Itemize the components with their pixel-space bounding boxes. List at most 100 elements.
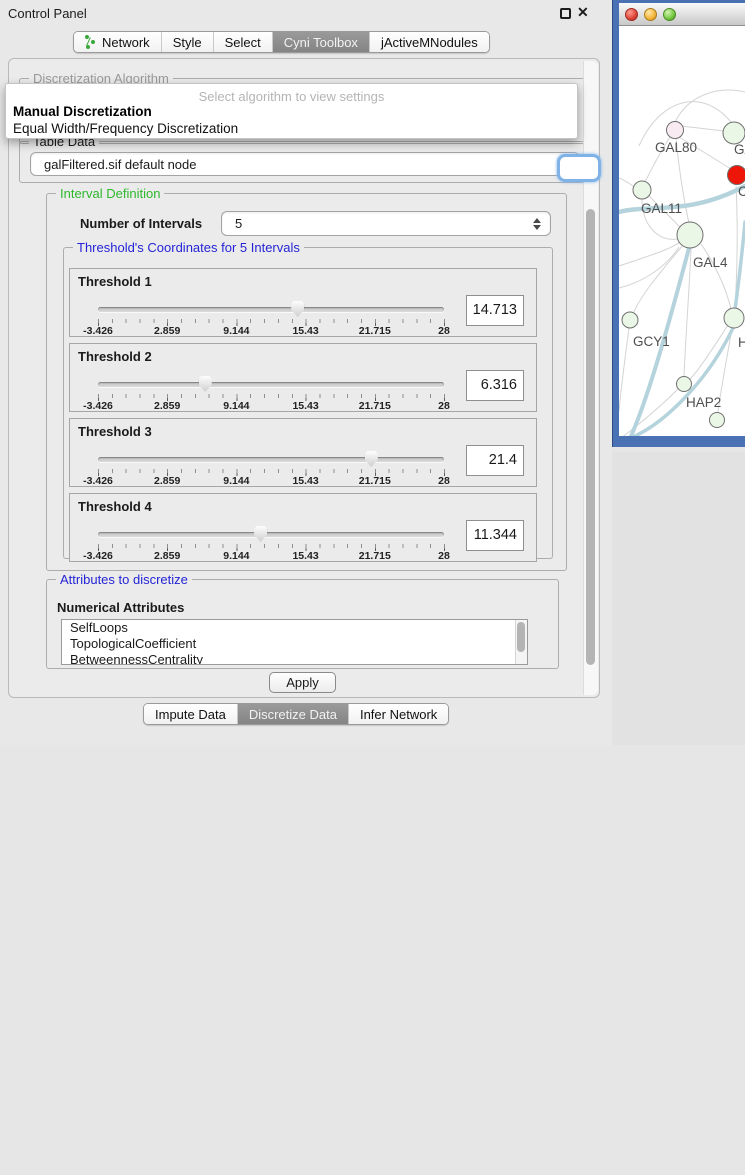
minimize-traffic-light-icon[interactable] [644, 8, 657, 21]
threshold-2-label: Threshold 2 [78, 349, 152, 364]
node-h[interactable] [724, 308, 744, 328]
tick-label: 28 [438, 325, 450, 337]
tick-label: 28 [438, 475, 450, 487]
slider-thumb[interactable] [291, 301, 304, 317]
node-label-h: H [738, 335, 745, 350]
slider-thumb[interactable] [254, 526, 267, 542]
tab-discretize-data-label: Discretize Data [249, 707, 337, 722]
table-panel: Table Panel ⚙ ✓ ✓ shared... n YDL19...YD… [612, 452, 745, 745]
stepper-icon [533, 218, 541, 230]
thresholds-group-label: Threshold's Coordinates for 5 Intervals [73, 240, 304, 255]
menu-item-manual-discretization[interactable]: Manual Discretization [13, 104, 152, 119]
network-graph: GAL80 GA C GAL11 GAL4 GCY1 H HAP2 [619, 26, 745, 436]
table-data-combobox[interactable]: galFiltered.sif default node [30, 152, 580, 176]
tick-label: 21.715 [359, 550, 391, 562]
slider-thumb[interactable] [199, 376, 212, 392]
tick-label: -3.426 [83, 475, 113, 487]
network-icon [85, 35, 97, 49]
threshold-2-slider[interactable] [98, 382, 444, 387]
threshold-1-slider[interactable] [98, 307, 444, 312]
tick-label: 28 [438, 550, 450, 562]
tab-cyni-toolbox[interactable]: Cyni Toolbox [273, 32, 370, 52]
threshold-3-slider[interactable] [98, 457, 444, 462]
tick-label: 2.859 [154, 475, 180, 487]
threshold-2-value-field[interactable]: 6.316 [466, 370, 524, 401]
threshold-4-label: Threshold 4 [78, 499, 152, 514]
network-window-titlebar[interactable] [619, 3, 745, 26]
close-traffic-light-icon[interactable] [625, 8, 638, 21]
number-of-intervals-combobox[interactable]: 5 [221, 211, 551, 236]
content-scrollbar-thumb[interactable] [586, 209, 595, 665]
threshold-4-value-field[interactable]: 11.344 [466, 520, 524, 551]
tick-label: 28 [438, 400, 450, 412]
slider-tick-labels: -3.426 2.859 9.144 15.43 21.715 28 [98, 475, 444, 487]
close-icon[interactable]: ✕ [577, 4, 589, 21]
node-label-c: C [738, 184, 745, 199]
tab-impute-data[interactable]: Impute Data [144, 704, 238, 724]
table-data-value: galFiltered.sif default node [31, 157, 562, 172]
slider-minor-ticks [98, 394, 445, 398]
threshold-3-value-field[interactable]: 21.4 [466, 445, 524, 476]
slider-tick-labels: -3.426 2.859 9.144 15.43 21.715 28 [98, 325, 444, 337]
tick-label: 21.715 [359, 475, 391, 487]
node-bottom[interactable] [710, 413, 725, 428]
algorithm-placeholder: Select algorithm to view settings [6, 89, 577, 104]
tick-label: 9.144 [223, 325, 249, 337]
list-item[interactable]: SelfLoops [62, 620, 527, 636]
tick-label: 15.43 [292, 325, 318, 337]
node-selected-red[interactable] [728, 166, 745, 185]
tab-jactivemnodules[interactable]: jActiveMNodules [370, 32, 489, 52]
list-item[interactable]: TopologicalCoefficient [62, 636, 527, 652]
network-canvas[interactable]: GAL80 GA C GAL11 GAL4 GCY1 H HAP2 [619, 26, 745, 436]
zoom-traffic-light-icon[interactable] [663, 8, 676, 21]
control-panel-titlebar: Control Panel ✕ [0, 0, 612, 26]
tick-label: 2.859 [154, 400, 180, 412]
threshold-2-panel: Threshold 2 -3.426 2.859 9.144 15.43 21.… [69, 343, 537, 412]
tab-select[interactable]: Select [214, 32, 273, 52]
numerical-attributes-label: Numerical Attributes [57, 600, 184, 615]
tick-label: 9.144 [223, 475, 249, 487]
menu-item-equal-width-frequency[interactable]: Equal Width/Frequency Discretization [13, 121, 238, 136]
node-ga[interactable] [723, 122, 745, 144]
slider-minor-ticks [98, 544, 445, 548]
table-data-group: Table Data galFiltered.sif default node [19, 141, 589, 183]
list-item[interactable]: BetweennessCentrality [62, 652, 527, 665]
tab-jactivemnodules-label: jActiveMNodules [381, 35, 478, 50]
cyni-mode-tabs: Impute Data Discretize Data Infer Networ… [143, 703, 449, 725]
float-window-icon[interactable] [560, 8, 571, 19]
threshold-4-slider[interactable] [98, 532, 444, 537]
control-panel-window: Control Panel ✕ Network Style Select Cyn… [0, 0, 612, 745]
tab-discretize-data[interactable]: Discretize Data [238, 704, 349, 724]
tick-label: 9.144 [223, 400, 249, 412]
node-gal4[interactable] [677, 222, 703, 248]
tick-label: 2.859 [154, 550, 180, 562]
threshold-3-panel: Threshold 3 -3.426 2.859 9.144 15.43 21.… [69, 418, 537, 487]
tick-label: 9.144 [223, 550, 249, 562]
tick-label: 15.43 [292, 550, 318, 562]
slider-thumb[interactable] [365, 451, 378, 467]
tick-label: -3.426 [83, 325, 113, 337]
tick-label: 21.715 [359, 400, 391, 412]
tick-label: 21.715 [359, 325, 391, 337]
node-label-gcy1: GCY1 [633, 334, 670, 349]
tab-infer-network[interactable]: Infer Network [349, 704, 448, 724]
cyni-content-panel: Discretization Algorithm Table Data galF… [8, 58, 600, 698]
node-gal80[interactable] [667, 122, 684, 139]
apply-button[interactable]: Apply [269, 672, 336, 693]
node-label-hap2: HAP2 [686, 395, 721, 410]
tick-label: 15.43 [292, 475, 318, 487]
algorithm-combobox-focus-ring[interactable] [557, 154, 601, 182]
list-scrollbar-thumb[interactable] [517, 622, 525, 652]
threshold-1-value-field[interactable]: 14.713 [466, 295, 524, 326]
tab-style-label: Style [173, 35, 202, 50]
node-hap2[interactable] [677, 377, 692, 392]
tab-style[interactable]: Style [162, 32, 214, 52]
control-panel-title: Control Panel [8, 6, 87, 21]
tab-impute-data-label: Impute Data [155, 707, 226, 722]
threshold-4-panel: Threshold 4 -3.426 2.859 9.144 15.43 21.… [69, 493, 537, 562]
node-gcy1[interactable] [622, 312, 638, 328]
attributes-group-label: Attributes to discretize [56, 572, 192, 587]
tab-network[interactable]: Network [74, 32, 162, 52]
node-gal11[interactable] [633, 181, 651, 199]
number-of-intervals-label: Number of Intervals [80, 216, 202, 231]
